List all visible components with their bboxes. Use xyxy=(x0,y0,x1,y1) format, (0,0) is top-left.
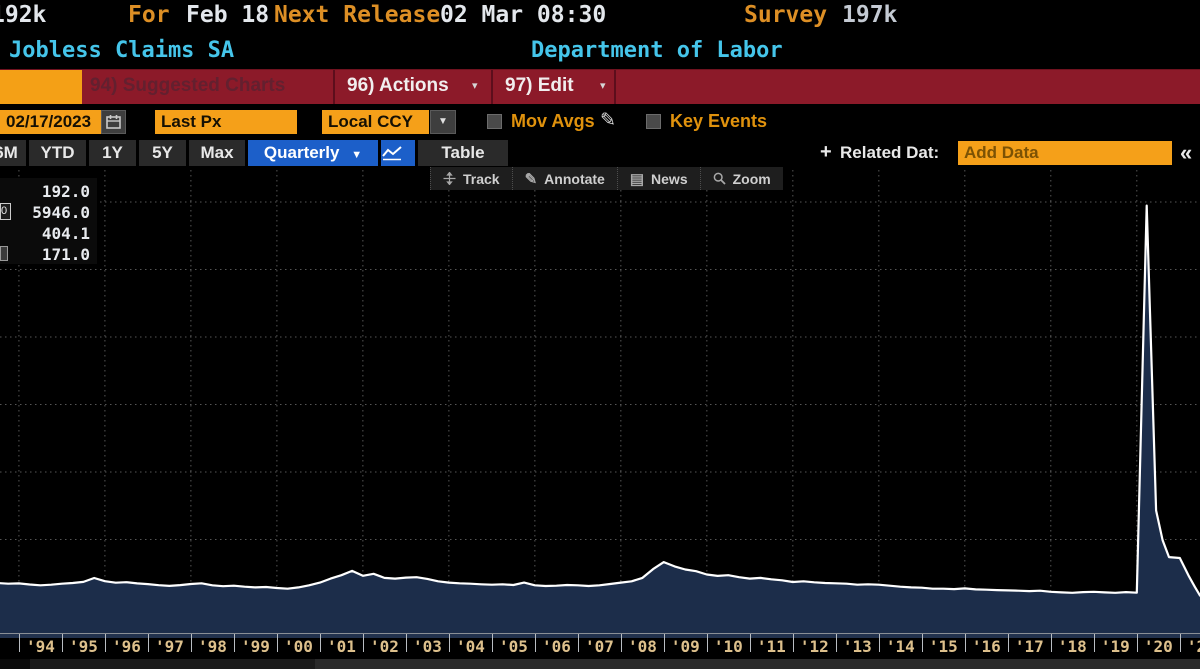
next-release-datetime: 02 Mar 08:30 xyxy=(440,2,606,28)
x-axis-label: '09 xyxy=(663,637,707,656)
annotate-pencil-icon: ✎ xyxy=(525,170,538,188)
x-axis-label: '07 xyxy=(577,637,621,656)
legend-high-value: 5946.0 xyxy=(4,202,90,223)
legend-average-value: 404.1 xyxy=(4,223,90,244)
last-print-value: 192k xyxy=(0,2,46,28)
x-axis-label: '94 xyxy=(18,637,62,656)
bloomberg-terminal-screen: 192k For Feb 18 Next Release 02 Mar 08:3… xyxy=(0,0,1200,669)
track-button[interactable]: Track xyxy=(430,167,512,190)
calendar-button[interactable] xyxy=(101,110,126,134)
x-axis-label: '19 xyxy=(1093,637,1137,656)
key-events-label[interactable]: Key Events xyxy=(670,111,767,132)
chart-type-button[interactable] xyxy=(381,140,415,166)
menu-divider xyxy=(333,70,335,104)
edit-menu[interactable]: 97) Edit xyxy=(505,75,574,97)
x-axis-label: '00 xyxy=(276,637,320,656)
x-axis-label: '12 xyxy=(792,637,836,656)
horizontal-scrollbar[interactable] xyxy=(0,659,1200,669)
security-name: Jobless Claims SA xyxy=(9,38,234,63)
x-axis-label: '04 xyxy=(448,637,492,656)
related-data-label[interactable]: Related Dat: xyxy=(840,143,939,163)
plus-icon: + xyxy=(820,141,832,164)
period-select[interactable]: Quarterly ▼ xyxy=(248,140,378,166)
x-axis-label: '11 xyxy=(749,637,793,656)
x-axis-label: '08 xyxy=(620,637,664,656)
x-axis-label: '13 xyxy=(835,637,879,656)
suggested-charts-menu[interactable]: 94) Suggested Charts xyxy=(90,75,285,97)
range-tabs-row: 6M YTD 1Y 5Y Max Quarterly ▼ Table + Rel… xyxy=(0,140,1200,166)
zoom-magnifier-icon xyxy=(713,172,726,185)
actions-caret-icon: ▾ xyxy=(472,79,478,92)
mov-avgs-checkbox[interactable] xyxy=(487,114,502,129)
survey-value: 197k xyxy=(842,2,897,28)
tab-6m[interactable]: 6M xyxy=(0,140,26,166)
legend-low-value: 171.0 xyxy=(4,244,90,265)
add-data-input[interactable]: Add Data xyxy=(958,141,1172,165)
edit-caret-icon: ▾ xyxy=(600,79,606,92)
jobless-claims-area-chart[interactable] xyxy=(0,170,1200,633)
track-icon xyxy=(443,172,456,185)
chart-toolbar: Track ✎ Annotate ▤ News Zoom xyxy=(430,167,783,190)
x-axis-label: '15 xyxy=(921,637,965,656)
x-axis-label: '10 xyxy=(706,637,750,656)
date-input[interactable]: 02/17/2023 xyxy=(0,110,101,134)
mov-avgs-label[interactable]: Mov Avgs xyxy=(511,111,595,132)
tab-ytd[interactable]: YTD xyxy=(29,140,86,166)
menu-divider xyxy=(491,70,493,104)
scrollbar-handle[interactable] xyxy=(315,659,1200,669)
actions-menu[interactable]: 96) Actions xyxy=(347,75,449,97)
period-dropdown-icon: ▼ xyxy=(351,149,362,161)
calendar-icon xyxy=(102,111,125,133)
legend-last-value: 192.0 xyxy=(4,181,90,202)
tab-5y[interactable]: 5Y xyxy=(139,140,186,166)
menu-divider xyxy=(614,70,616,104)
tab-max[interactable]: Max xyxy=(189,140,245,166)
x-axis-label: '05 xyxy=(491,637,535,656)
key-events-checkbox[interactable] xyxy=(646,114,661,129)
x-axis-labels: '94'95'96'97'98'99'00'01'02'03'04'05'06'… xyxy=(0,634,1200,658)
zoom-button[interactable]: Zoom xyxy=(700,167,783,190)
menu-orange-block[interactable] xyxy=(0,70,82,104)
scrollbar-left-cap xyxy=(0,659,30,669)
menu-bar: 94) Suggested Charts 96) Actions ▾ 97) E… xyxy=(0,69,1200,104)
annotate-button[interactable]: ✎ Annotate xyxy=(512,167,617,190)
line-chart-icon xyxy=(381,145,403,161)
data-source: Department of Labor xyxy=(531,38,783,63)
x-axis-label: '16 xyxy=(964,637,1008,656)
x-axis-label: '06 xyxy=(534,637,578,656)
x-axis-label: '95 xyxy=(61,637,105,656)
x-axis-label: '96 xyxy=(104,637,148,656)
next-release-label: Next Release xyxy=(274,2,440,28)
x-axis-label: '01 xyxy=(319,637,363,656)
header-row-1: 192k For Feb 18 Next Release 02 Mar 08:3… xyxy=(0,2,1200,36)
x-axis-label: '03 xyxy=(405,637,449,656)
news-button[interactable]: ▤ News xyxy=(617,167,700,190)
for-date: Feb 18 xyxy=(186,2,269,28)
for-label: For xyxy=(128,2,170,28)
tab-1y[interactable]: 1Y xyxy=(89,140,136,166)
x-axis-label: '20 xyxy=(1136,637,1180,656)
header-row-2: Jobless Claims SA Department of Labor xyxy=(0,38,1200,68)
currency-select[interactable]: Local CCY xyxy=(322,110,429,134)
mov-avgs-pencil-icon[interactable]: ✎ xyxy=(600,109,616,132)
legend-low-date-tag-fragment xyxy=(0,246,8,261)
currency-dropdown-button[interactable]: ▼ xyxy=(430,110,456,134)
legend-high-date-tag-fragment: 0 xyxy=(0,203,11,220)
x-axis-label: '98 xyxy=(190,637,234,656)
tab-table[interactable]: Table xyxy=(418,140,508,166)
control-row: 02/17/2023 Last Px Local CCY ▼ Mov Avgs … xyxy=(0,108,1200,137)
x-axis-label: '21 xyxy=(1179,637,1200,656)
news-icon: ▤ xyxy=(630,170,644,188)
x-axis-label: '97 xyxy=(147,637,191,656)
survey-label: Survey xyxy=(744,2,827,28)
collapse-panel-icon[interactable]: « xyxy=(1180,140,1192,166)
x-axis-label: '02 xyxy=(362,637,406,656)
x-axis-label: '17 xyxy=(1007,637,1051,656)
x-axis-label: '14 xyxy=(878,637,922,656)
chart-legend: 192.0 5946.0 404.1 171.0 0 xyxy=(0,178,97,264)
x-axis-label: '99 xyxy=(233,637,277,656)
x-axis-label: '18 xyxy=(1050,637,1094,656)
price-field-select[interactable]: Last Px xyxy=(155,110,297,134)
